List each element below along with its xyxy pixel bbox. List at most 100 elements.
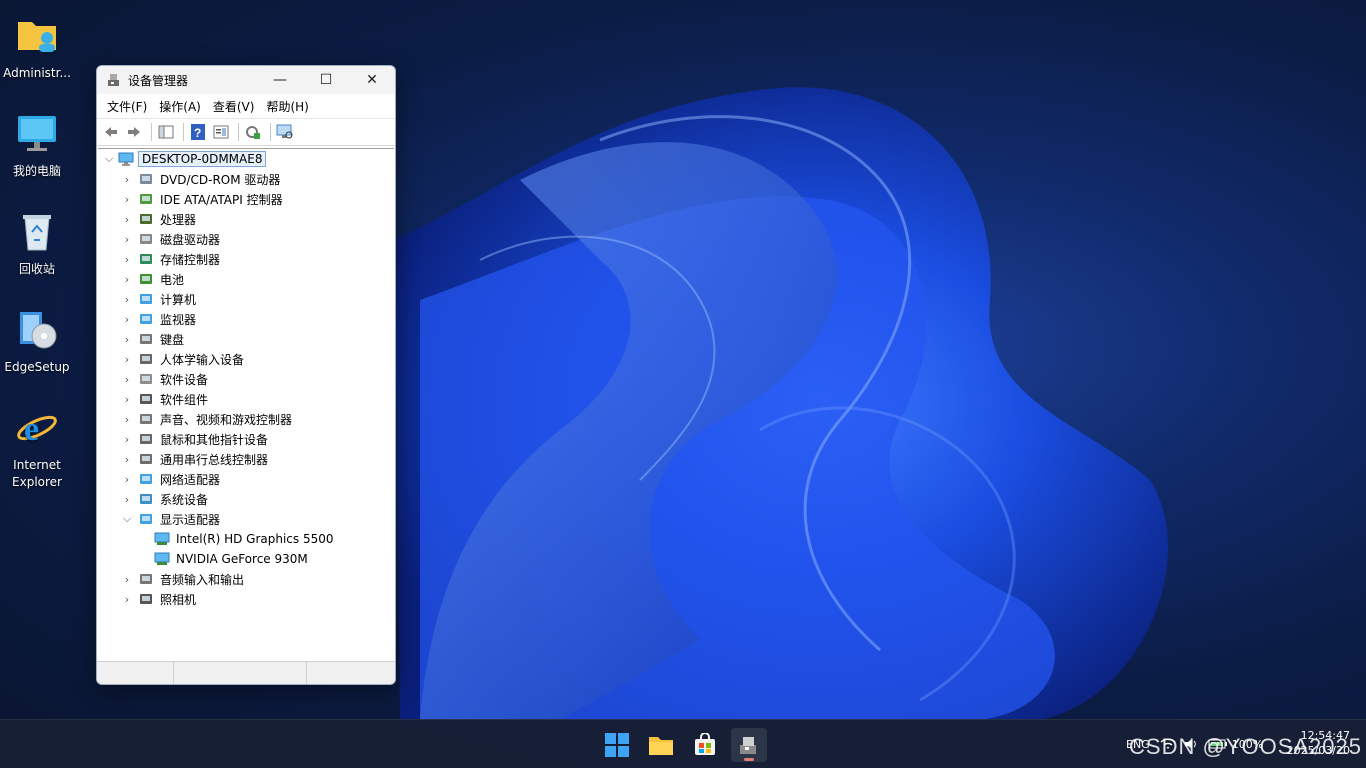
properties-button[interactable] bbox=[211, 122, 231, 142]
tree-category[interactable]: › IDE ATA/ATAPI 控制器 bbox=[98, 189, 394, 209]
store-button[interactable] bbox=[687, 728, 723, 762]
tree-category[interactable]: › 软件设备 bbox=[98, 369, 394, 389]
scan-hardware-button[interactable] bbox=[275, 122, 295, 142]
chevron-right-icon[interactable]: › bbox=[120, 413, 134, 426]
tree-category-label: 磁盘驱动器 bbox=[160, 232, 221, 247]
tree-category[interactable]: › DVD/CD-ROM 驱动器 bbox=[98, 169, 394, 189]
file-explorer-button[interactable] bbox=[643, 728, 679, 762]
tree-category[interactable]: › 系统设备 bbox=[98, 489, 394, 509]
menu-action[interactable]: 操作(A) bbox=[153, 98, 207, 115]
status-pane bbox=[174, 662, 307, 684]
tree-category-label: 存储控制器 bbox=[160, 252, 221, 267]
device-manager-taskbar-button[interactable] bbox=[731, 728, 767, 762]
chevron-down-icon[interactable]: ⌵ bbox=[120, 512, 134, 526]
chevron-right-icon[interactable]: › bbox=[120, 493, 134, 506]
chevron-right-icon[interactable]: › bbox=[120, 313, 134, 326]
tree-category[interactable]: › 计算机 bbox=[98, 289, 394, 309]
installer-icon bbox=[20, 312, 57, 349]
tree-device[interactable]: Intel(R) HD Graphics 5500 bbox=[98, 529, 394, 549]
tree-category[interactable]: › 网络适配器 bbox=[98, 469, 394, 489]
forward-button[interactable] bbox=[124, 122, 144, 142]
show-hide-console-tree-button[interactable] bbox=[156, 122, 176, 142]
tree-category[interactable]: › 监视器 bbox=[98, 309, 394, 329]
menu-file[interactable]: 文件(F) bbox=[101, 98, 153, 115]
desktop-icon-edgesetup[interactable]: EdgeSetup bbox=[0, 296, 74, 376]
tree-category-label: 通用串行总线控制器 bbox=[160, 452, 269, 467]
chevron-right-icon[interactable]: › bbox=[120, 473, 134, 486]
desktop-icon-administrator[interactable]: Administr... bbox=[0, 2, 74, 82]
desktop-icon-label: Administr... bbox=[3, 66, 71, 80]
chevron-right-icon[interactable]: › bbox=[120, 233, 134, 246]
tree-category[interactable]: › 软件组件 bbox=[98, 389, 394, 409]
chevron-right-icon[interactable]: › bbox=[120, 353, 134, 366]
chevron-right-icon[interactable]: › bbox=[120, 433, 134, 446]
tree-category-label: 网络适配器 bbox=[160, 472, 221, 487]
recycle-bin-icon bbox=[23, 215, 51, 251]
menu-view[interactable]: 查看(V) bbox=[207, 98, 261, 115]
title-bar[interactable]: 设备管理器 — ☐ ✕ bbox=[97, 66, 395, 94]
desktop-icon-recycle-bin[interactable]: 回收站 bbox=[0, 198, 74, 278]
tree-category-label: 计算机 bbox=[160, 292, 197, 307]
monitor-icon bbox=[140, 314, 152, 324]
chevron-right-icon[interactable]: › bbox=[120, 273, 134, 286]
status-pane bbox=[307, 662, 395, 684]
chevron-right-icon[interactable]: › bbox=[120, 573, 134, 586]
display-adapter-icon bbox=[154, 552, 170, 565]
tree-category-label: 鼠标和其他指针设备 bbox=[160, 432, 269, 447]
chevron-right-icon[interactable]: › bbox=[120, 393, 134, 406]
chevron-right-icon[interactable]: › bbox=[120, 593, 134, 606]
tree-category[interactable]: › 存储控制器 bbox=[98, 249, 394, 269]
tree-category[interactable]: › 磁盘驱动器 bbox=[98, 229, 394, 249]
help-button[interactable]: ? bbox=[188, 122, 208, 142]
back-button[interactable] bbox=[101, 122, 121, 142]
tree-category-label: 软件组件 bbox=[160, 392, 209, 407]
device-tree[interactable]: ⌵ DESKTOP-0DMMAE8 › DVD/CD-ROM 驱动器 › IDE AT… bbox=[98, 148, 394, 660]
tree-category-label: 人体学输入设备 bbox=[160, 352, 245, 367]
chevron-right-icon[interactable]: › bbox=[120, 213, 134, 226]
help-icon: ? bbox=[191, 124, 205, 140]
toolbar: ? bbox=[97, 118, 395, 146]
chevron-right-icon[interactable]: › bbox=[120, 253, 134, 266]
menu-help[interactable]: 帮助(H) bbox=[260, 98, 314, 115]
tree-category[interactable]: › 鼠标和其他指针设备 bbox=[98, 429, 394, 449]
tree-root[interactable]: ⌵ DESKTOP-0DMMAE8 bbox=[98, 149, 394, 169]
tree-category[interactable]: › 电池 bbox=[98, 269, 394, 289]
chevron-right-icon[interactable]: › bbox=[120, 373, 134, 386]
close-button[interactable]: ✕ bbox=[349, 66, 395, 94]
tree-category[interactable]: › 键盘 bbox=[98, 329, 394, 349]
chevron-right-icon[interactable]: › bbox=[120, 453, 134, 466]
minimize-button[interactable]: — bbox=[257, 66, 303, 94]
computer-name[interactable]: DESKTOP-0DMMAE8 bbox=[138, 151, 267, 167]
storage-controller-icon bbox=[140, 254, 152, 264]
tree-category[interactable]: › 人体学输入设备 bbox=[98, 349, 394, 369]
tree-category[interactable]: › 声音、视频和游戏控制器 bbox=[98, 409, 394, 429]
svg-text:e: e bbox=[24, 411, 39, 448]
audio-io-icon bbox=[140, 574, 152, 584]
desktop-icon-internet-explorer[interactable]: e Internet Explorer bbox=[0, 394, 74, 491]
tree-category[interactable]: › 通用串行总线控制器 bbox=[98, 449, 394, 469]
tree-category[interactable]: › 照相机 bbox=[98, 589, 394, 609]
chevron-right-icon[interactable]: › bbox=[120, 333, 134, 346]
software-device-icon bbox=[140, 374, 152, 384]
update-driver-button[interactable] bbox=[243, 122, 263, 142]
tree-category[interactable]: › 音频输入和输出 bbox=[98, 569, 394, 589]
desktop-icon-my-computer[interactable]: 我的电脑 bbox=[0, 100, 74, 180]
windows-logo-icon bbox=[605, 733, 629, 757]
start-button[interactable] bbox=[599, 728, 635, 762]
software-component-icon bbox=[140, 394, 152, 404]
display-adapter-icon bbox=[140, 514, 152, 524]
console-tree-icon bbox=[158, 125, 174, 139]
computer-icon bbox=[118, 152, 134, 166]
desktop-icon-label: Internet Explorer bbox=[12, 458, 62, 489]
tree-category[interactable]: ⌵ 显示适配器 bbox=[98, 509, 394, 529]
maximize-button[interactable]: ☐ bbox=[303, 66, 349, 94]
device-manager-window[interactable]: 设备管理器 — ☐ ✕ 文件(F) 操作(A) 查看(V) 帮助(H) ? ⌵ … bbox=[96, 65, 396, 685]
folder-icon bbox=[649, 737, 673, 755]
user-folder-icon bbox=[18, 22, 56, 52]
chevron-right-icon[interactable]: › bbox=[120, 173, 134, 186]
tree-category[interactable]: › 处理器 bbox=[98, 209, 394, 229]
chevron-down-icon[interactable]: ⌵ bbox=[102, 152, 116, 166]
chevron-right-icon[interactable]: › bbox=[120, 193, 134, 206]
tree-device[interactable]: NVIDIA GeForce 930M bbox=[98, 549, 394, 569]
chevron-right-icon[interactable]: › bbox=[120, 293, 134, 306]
